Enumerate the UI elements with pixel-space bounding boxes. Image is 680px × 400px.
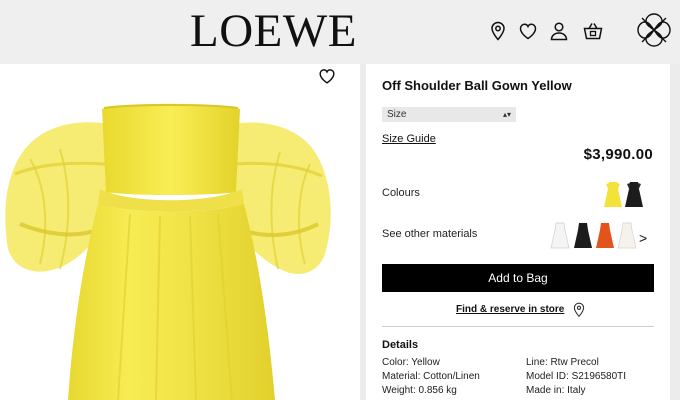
detail-color: Color: Yellow (382, 357, 440, 368)
other-materials-label: See other materials (382, 228, 478, 240)
detail-material: Material: Cotton/Linen (382, 371, 480, 382)
material-swatch-orange[interactable] (595, 220, 615, 250)
product-details-panel: Off Shoulder Ball Gown Yellow Size ▴▾ Si… (366, 64, 670, 400)
dress-illustration (5, 103, 331, 400)
materials-next-icon[interactable]: > (639, 230, 647, 246)
site-header: LOEWE (0, 0, 680, 64)
divider (382, 326, 654, 327)
account-icon[interactable] (548, 20, 570, 42)
detail-line: Line: Rtw Precol (526, 357, 599, 368)
add-to-bag-button[interactable]: Add to Bag (382, 264, 654, 292)
colour-swatch-yellow[interactable] (603, 179, 623, 209)
find-reserve-store-link[interactable]: Find & reserve in store (456, 304, 564, 315)
material-swatch-black[interactable] (573, 220, 593, 250)
product-title: Off Shoulder Ball Gown Yellow (382, 78, 572, 93)
brand-logo[interactable]: LOEWE (190, 6, 360, 56)
wishlist-icon[interactable] (517, 20, 539, 42)
detail-model-id: Model ID: S2196580TI (526, 371, 627, 382)
wishlist-heart-icon[interactable] (317, 66, 337, 86)
details-heading: Details (382, 339, 419, 351)
size-select-label: Size (387, 109, 407, 120)
material-swatch-ivory[interactable] (617, 220, 637, 250)
size-select[interactable]: Size ▴▾ (382, 107, 516, 122)
anagram-logo-icon[interactable] (634, 10, 674, 50)
colour-swatch-black[interactable] (624, 179, 644, 209)
select-arrows-icon: ▴▾ (502, 110, 511, 119)
product-image[interactable] (0, 64, 360, 400)
material-swatch-white[interactable] (550, 220, 570, 250)
store-location-icon[interactable] (572, 302, 586, 318)
size-guide-link[interactable]: Size Guide (382, 133, 436, 145)
bag-icon[interactable] (582, 20, 604, 42)
colours-label: Colours (382, 187, 420, 199)
location-icon[interactable] (487, 20, 509, 42)
detail-weight: Weight: 0.856 kg (382, 385, 457, 396)
product-price: $3,990.00 (583, 146, 653, 163)
detail-made-in: Made in: Italy (526, 385, 586, 396)
